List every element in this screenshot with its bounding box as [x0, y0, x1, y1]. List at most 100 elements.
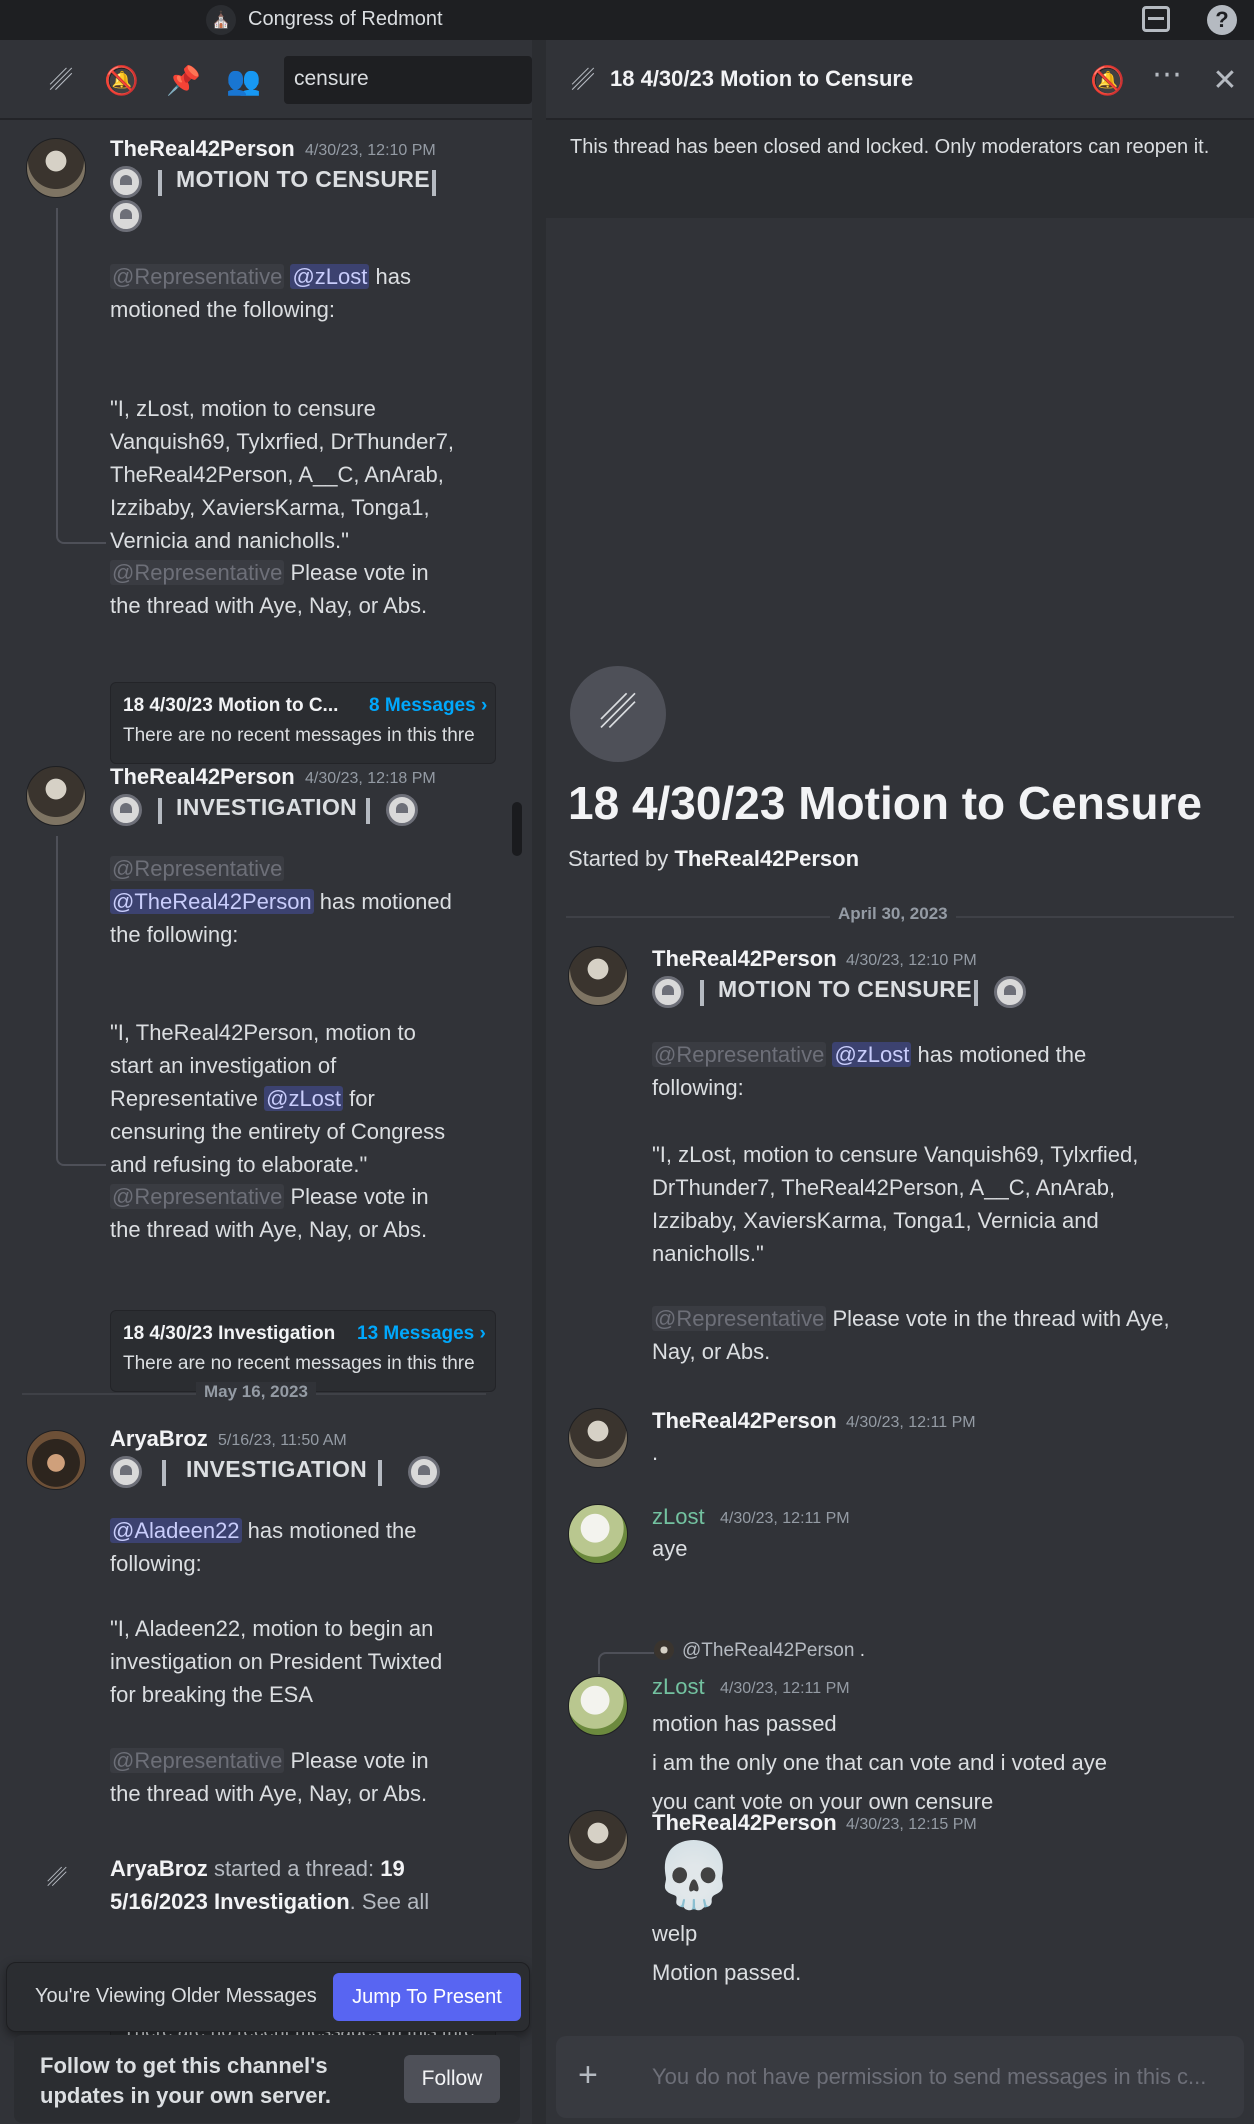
thread-header: ␥ 18 4/30/23 Motion to Censure 🔕 ⋯ ✕	[546, 40, 1254, 120]
members-icon[interactable]: 👥	[226, 64, 261, 98]
avatar[interactable]	[568, 1676, 628, 1736]
seal-badge-icon	[386, 794, 418, 826]
follow-text-line: updates in your own server.	[40, 2083, 331, 2108]
mute-bell-icon[interactable]: 🔕	[104, 64, 139, 98]
role-mention[interactable]: @Representative	[110, 1184, 285, 1209]
username[interactable]: TheReal42Person	[652, 1810, 837, 1836]
thread-name[interactable]: 18 4/30/23 Motion to C...	[123, 695, 338, 717]
username[interactable]: TheReal42Person	[674, 846, 859, 871]
follow-button[interactable]: Follow	[404, 2055, 500, 2103]
separator-bar	[974, 980, 978, 1006]
text-span: Please vote in	[290, 1184, 429, 1209]
add-attachment-icon[interactable]: +	[578, 2058, 598, 2092]
message-line: welp	[652, 1921, 698, 1946]
date-divider-label: May 16, 2023	[196, 1382, 316, 1402]
role-mention[interactable]: @Representative	[652, 1042, 827, 1067]
role-mention[interactable]: @Representative	[110, 560, 285, 585]
separator-bar	[700, 980, 704, 1006]
motion-title: INVESTIGATION	[176, 794, 358, 820]
user-mention[interactable]: @zLost	[290, 264, 370, 289]
channel-pane: ␥ 🔕 📌 👥 censure TheReal42Person 4/30/23,…	[0, 40, 532, 2124]
motion-title: MOTION TO CENSURE	[176, 166, 430, 192]
message-text: .	[652, 1440, 659, 1465]
seal-badge-icon	[652, 976, 684, 1008]
timestamp: 4/30/23, 12:10 PM	[305, 142, 436, 159]
message-text-group: motion has passed i am the only one that…	[652, 1704, 1107, 1821]
role-mention[interactable]: @Representative	[110, 264, 285, 289]
username[interactable]: AryaBroz	[110, 1856, 208, 1881]
message-composer[interactable]: + You do not have permission to send mes…	[556, 2036, 1244, 2118]
avatar[interactable]	[568, 1408, 628, 1468]
text-span: the thread with Aye, Nay, or Abs.	[110, 593, 428, 618]
thread-icon: ␥	[47, 1865, 67, 1892]
timestamp: 4/30/23, 12:11 PM	[846, 1414, 976, 1431]
quote-line: for breaking the ESA	[110, 1682, 314, 1707]
quote-line: start an investigation of	[110, 1053, 337, 1078]
close-icon[interactable]: ✕	[1208, 64, 1242, 98]
mute-bell-icon[interactable]: 🔕	[1090, 64, 1125, 98]
inbox-icon[interactable]	[1142, 6, 1170, 32]
role-mention[interactable]: @Representative	[652, 1306, 827, 1331]
username[interactable]: TheReal42Person	[652, 946, 837, 972]
separator-bar	[158, 798, 162, 824]
follow-banner: Follow to get this channel's updates in …	[14, 2035, 520, 2123]
follow-text-line: Follow to get this channel's	[40, 2053, 328, 2078]
username[interactable]: AryaBroz	[110, 1426, 208, 1452]
message-line: motion has passed	[652, 1711, 837, 1736]
pin-icon[interactable]: 📌	[166, 64, 201, 98]
username[interactable]: TheReal42Person	[110, 764, 295, 790]
thread-link[interactable]: 5/16/2023 Investigation	[110, 1889, 350, 1914]
avatar[interactable]	[568, 1504, 628, 1564]
more-options-icon[interactable]: ⋯	[1150, 60, 1184, 98]
text-span: the following:	[110, 922, 239, 947]
avatar[interactable]	[26, 1430, 86, 1490]
username[interactable]: zLost	[652, 1504, 705, 1530]
thread-name[interactable]: 18 4/30/23 Investigation	[123, 1323, 335, 1345]
username[interactable]: zLost	[652, 1674, 705, 1700]
avatar[interactable]	[26, 766, 86, 826]
user-mention[interactable]: @zLost	[832, 1042, 912, 1067]
text-span: Please vote in the thread with Aye,	[832, 1306, 1170, 1331]
motion-title: MOTION TO CENSURE	[718, 976, 972, 1002]
avatar[interactable]	[26, 138, 86, 198]
timestamp: 4/30/23, 12:18 PM	[305, 770, 436, 787]
thread-message-count[interactable]: 8 Messages ›	[369, 695, 487, 717]
thread-preview[interactable]: 18 4/30/23 Motion to C... 8 Messages › T…	[110, 682, 496, 764]
reply-avatar	[654, 1640, 674, 1660]
motion-quote: "I, zLost, motion to censure Vanquish69,…	[652, 1138, 1232, 1270]
username[interactable]: TheReal42Person	[652, 1408, 837, 1434]
avatar[interactable]	[568, 946, 628, 1006]
message-text: aye	[652, 1536, 688, 1561]
locked-notice: This thread has been closed and locked. …	[546, 120, 1254, 218]
separator-bar	[366, 798, 370, 824]
username[interactable]: TheReal42Person	[110, 136, 295, 162]
thread-preview[interactable]: 18 4/30/23 Investigation 13 Messages › T…	[110, 1310, 496, 1392]
role-mention[interactable]: @Representative	[110, 1748, 285, 1773]
message-line: Motion passed.	[652, 1960, 802, 1985]
avatar[interactable]	[568, 1810, 628, 1870]
jump-to-present-button[interactable]: Jump To Present	[333, 1973, 521, 2021]
thread-message-count[interactable]: 13 Messages ›	[357, 1323, 486, 1345]
text-span: the thread with Aye, Nay, or Abs.	[110, 1217, 428, 1242]
role-mention[interactable]: @Representative	[110, 856, 285, 881]
user-mention[interactable]: @zLost	[264, 1086, 344, 1111]
threads-icon[interactable]: ␥	[44, 64, 78, 98]
user-mention[interactable]: @Aladeen22	[110, 1518, 242, 1543]
timestamp: 5/16/23, 11:50 AM	[218, 1432, 347, 1449]
quote-line: "I, Aladeen22, motion to begin an	[110, 1616, 434, 1641]
help-icon[interactable]: ?	[1207, 5, 1237, 35]
search-input[interactable]: censure	[284, 56, 532, 104]
text-span: motioned the following:	[110, 297, 336, 322]
reply-preview[interactable]: @TheReal42Person .	[682, 1634, 865, 1667]
thread-pane: ␥ 18 4/30/23 Motion to Censure 🔕 ⋯ ✕ Thi…	[546, 40, 1254, 2124]
quote-line: Vernicia and nanicholls."	[110, 528, 349, 553]
user-mention[interactable]: @TheReal42Person	[110, 889, 314, 914]
reply-author[interactable]: @TheReal42Person	[682, 1640, 854, 1661]
thread-link[interactable]: 19	[380, 1856, 404, 1881]
thread-big-title: 18 4/30/23 Motion to Censure	[568, 777, 1202, 829]
composer-placeholder: You do not have permission to send messa…	[652, 2064, 1207, 2089]
scrollbar-thumb[interactable]	[512, 802, 522, 856]
text-span: following:	[652, 1075, 744, 1100]
see-all-link[interactable]: . See all	[350, 1889, 430, 1914]
motion-quote: "I, Aladeen22, motion to begin an invest…	[110, 1612, 510, 1711]
